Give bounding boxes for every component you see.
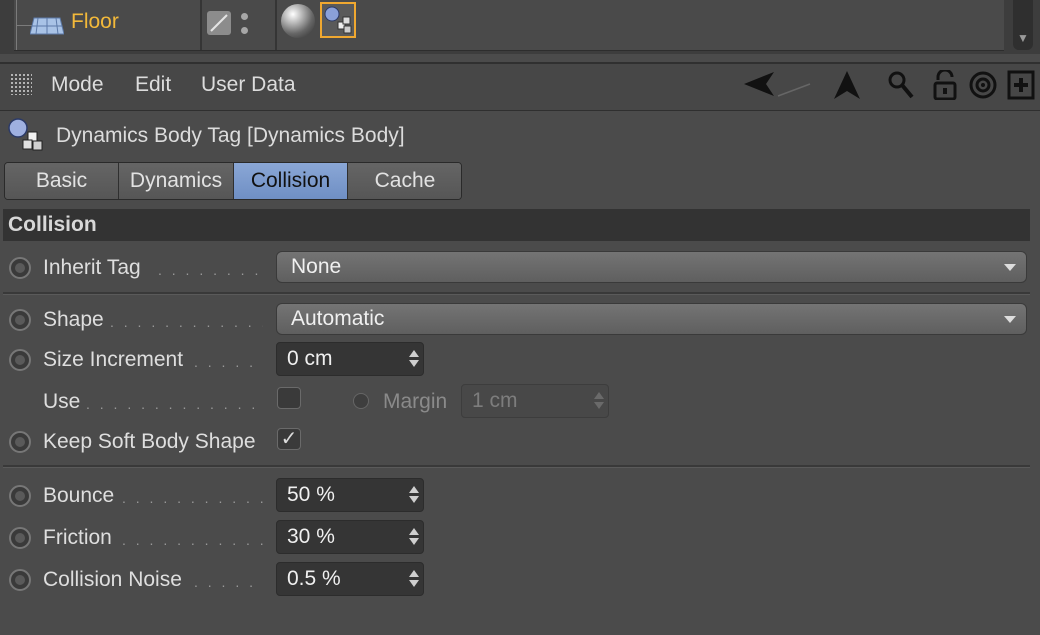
- bounce-field[interactable]: 50 %: [276, 478, 424, 512]
- section-header: [3, 209, 1030, 241]
- panel-grip-icon[interactable]: [10, 73, 32, 95]
- animate-radio[interactable]: [9, 257, 31, 279]
- inherit-tag-value: None: [291, 255, 342, 278]
- tab-cache[interactable]: Cache: [348, 163, 461, 199]
- divider: [3, 292, 1030, 295]
- column-divider: [200, 0, 202, 50]
- animate-radio[interactable]: [9, 349, 31, 371]
- label-leader-dots: . . . . . . . . .: [194, 354, 263, 370]
- label-leader-dots: . . . . . . . . . . . . . . . . . .: [110, 314, 263, 330]
- collision-noise-label: Collision Noise: [43, 568, 182, 591]
- arrow-back-icon[interactable]: [742, 70, 812, 100]
- tab-bar: Basic Dynamics Collision Cache: [4, 162, 462, 200]
- chevron-down-icon: [1004, 264, 1016, 271]
- layer-visibility-icon[interactable]: [207, 11, 231, 35]
- section-title: Collision: [8, 213, 97, 236]
- lock-icon[interactable]: [932, 70, 962, 100]
- friction-field[interactable]: 30 %: [276, 520, 424, 554]
- tab-basic[interactable]: Basic: [5, 163, 119, 199]
- stepper-arrows-icon[interactable]: [409, 486, 419, 504]
- use-label: Use: [43, 390, 81, 413]
- menu-user-data[interactable]: User Data: [201, 73, 296, 97]
- size-increment-field[interactable]: 0 cm: [276, 342, 424, 376]
- menu-edit[interactable]: Edit: [135, 73, 171, 97]
- stepper-arrows-icon[interactable]: [409, 528, 419, 546]
- object-row-floor[interactable]: [14, 0, 1004, 51]
- size-increment-value: 0 cm: [287, 347, 333, 370]
- friction-label: Friction: [43, 526, 112, 549]
- bounce-label: Bounce: [43, 484, 115, 507]
- dynamics-body-tag-icon-selected[interactable]: [320, 2, 356, 38]
- chevron-down-icon: [1004, 316, 1016, 323]
- shape-value: Automatic: [291, 307, 385, 330]
- use-checkbox[interactable]: [277, 387, 301, 409]
- stepper-arrows-icon[interactable]: [409, 350, 419, 368]
- search-icon[interactable]: [886, 70, 916, 100]
- shape-dropdown[interactable]: Automatic: [276, 303, 1027, 335]
- stepper-arrows-icon[interactable]: [409, 570, 419, 588]
- label-leader-dots: . . . . . . . . .: [194, 574, 263, 590]
- scroll-down-icon[interactable]: ▼: [1015, 30, 1031, 46]
- stepper-arrows-icon[interactable]: [594, 392, 604, 410]
- object-name-floor[interactable]: Floor: [71, 10, 119, 34]
- keep-soft-body-shape-checkbox[interactable]: ✓: [277, 428, 301, 450]
- animate-radio[interactable]: [9, 309, 31, 331]
- inherit-tag-dropdown[interactable]: None: [276, 251, 1027, 283]
- tab-collision[interactable]: Collision: [234, 163, 348, 199]
- shape-label: Shape: [43, 308, 104, 331]
- friction-value: 30 %: [287, 525, 335, 548]
- arrow-up-icon[interactable]: [832, 70, 862, 100]
- editor-render-visibility-dots[interactable]: [241, 10, 249, 40]
- animate-radio[interactable]: [9, 569, 31, 591]
- floor-object-icon: [30, 17, 64, 35]
- size-increment-label: Size Increment: [43, 348, 184, 371]
- label-leader-dots: . . . . . . . . . . . . . . . . . . . .: [86, 396, 263, 412]
- label-leader-dots: . . . . . . . . . . . . .: [158, 262, 263, 278]
- animate-radio[interactable]: [9, 527, 31, 549]
- divider: [3, 465, 1030, 468]
- material-tag-icon[interactable]: [281, 4, 315, 38]
- tab-dynamics[interactable]: Dynamics: [119, 163, 234, 199]
- label-leader-dots: . . . . . . . . . . . . . . . .: [122, 532, 263, 548]
- keep-soft-body-shape-label: Keep Soft Body Shape: [43, 430, 256, 453]
- column-divider: [275, 0, 277, 50]
- target-icon[interactable]: [968, 70, 998, 100]
- animate-radio[interactable]: [9, 431, 31, 453]
- margin-label: Margin: [383, 390, 448, 413]
- inherit-tag-label: Inherit Tag: [43, 256, 141, 279]
- label-leader-dots: . . . . . . . . . . . . . . . .: [122, 490, 263, 506]
- margin-value: 1 cm: [472, 389, 518, 412]
- margin-radio[interactable]: [353, 393, 369, 409]
- collision-noise-value: 0.5 %: [287, 567, 341, 590]
- bounce-value: 50 %: [287, 483, 335, 506]
- dynamics-body-tag-icon: [8, 118, 43, 151]
- margin-field[interactable]: 1 cm: [461, 384, 609, 418]
- collision-noise-field[interactable]: 0.5 %: [276, 562, 424, 596]
- menu-mode[interactable]: Mode: [51, 73, 104, 97]
- tag-title: Dynamics Body Tag [Dynamics Body]: [56, 124, 405, 147]
- animate-radio[interactable]: [9, 485, 31, 507]
- new-panel-icon[interactable]: [1007, 70, 1037, 100]
